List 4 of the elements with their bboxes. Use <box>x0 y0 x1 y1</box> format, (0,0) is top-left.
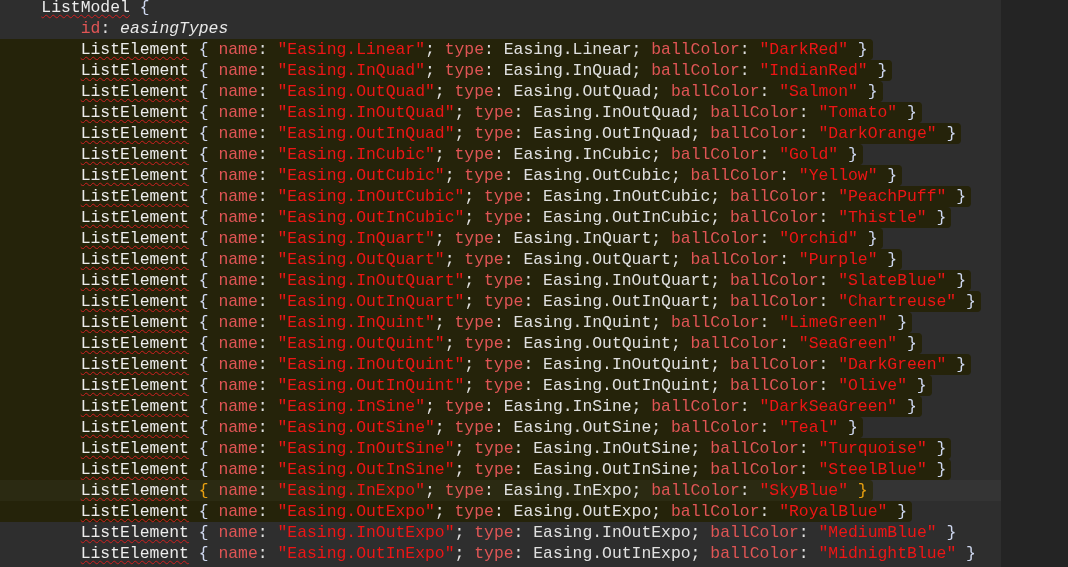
code-line: ListModel { <box>40 0 151 18</box>
code-line: id: easingTypes <box>79 18 230 39</box>
code-line: ListElement { name: "Easing.InOutExpo"; type: Easing.InOutExpo; ballColor: "MediumBlue" } <box>79 522 958 543</box>
code-line: ListElement { name: "Easing.OutInExpo"; type: Easing.OutInExpo; ballColor: "MidnightBlue" } <box>79 543 977 564</box>
